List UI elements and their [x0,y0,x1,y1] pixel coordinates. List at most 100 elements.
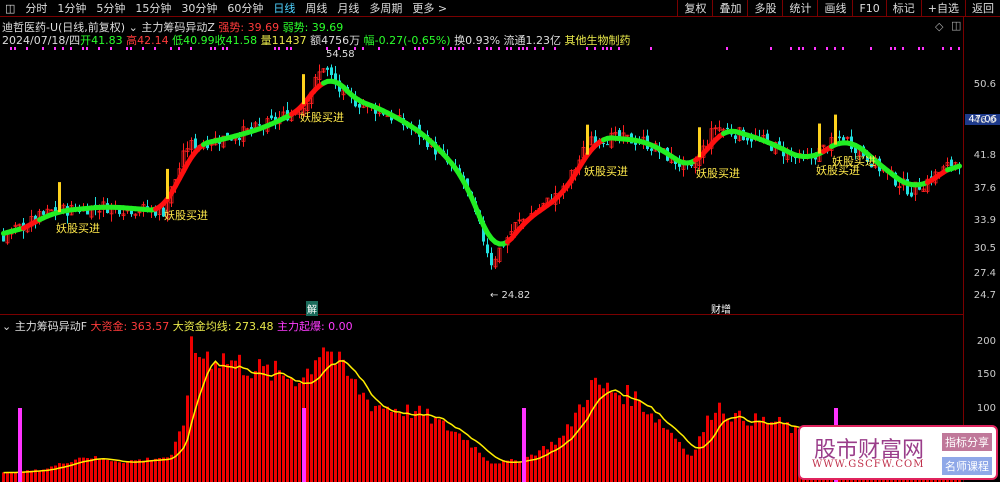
fund-bar [122,463,125,482]
fund-bar [334,364,337,482]
unlock-marker[interactable]: 解 [306,301,318,316]
main-start-value: 主力起爆: 0.00 [276,320,353,333]
fund-bar [498,463,501,482]
fund-bar [614,392,617,482]
fund-bar [690,455,693,482]
fund-bar [198,357,201,482]
panel-toggle-icon[interactable]: ◫ [951,19,961,32]
fund-bar [638,400,641,482]
quote-low: 低40.99 [172,34,215,47]
toolbar-button-7[interactable]: +自选 [920,0,965,17]
fund-bar [786,422,789,482]
fund-bar [442,420,445,482]
candle-body [270,115,273,119]
fund-bar [446,430,449,482]
fund-bar [226,364,229,482]
price-tick: 41.8 [973,150,996,161]
toolbar-button-5[interactable]: F10 [852,0,885,17]
tab-period-7[interactable]: 周线 [300,0,332,16]
signal-dot [950,47,952,50]
fund-bar [402,416,405,482]
fund-bar [450,431,453,482]
buy-signal-label: 妖股买进 [584,164,628,178]
kline-chart[interactable] [0,0,1000,482]
fund-bar [166,457,169,482]
tab-period-10[interactable]: 更多 > [407,0,452,16]
tab-period-8[interactable]: 月线 [332,0,364,16]
fund-bar [218,368,221,482]
tab-period-1[interactable]: 1分钟 [52,0,91,16]
finance-marker[interactable]: 财增 [711,301,731,316]
fund-bar [278,370,281,482]
fund-bar [506,460,509,482]
signal-dot [770,47,772,50]
price-tick: 46.0 [973,115,996,126]
tab-period-5[interactable]: 60分钟 [222,0,268,16]
fund-bar [162,457,165,482]
candle-body [606,144,609,146]
fund-bar [390,411,393,482]
fund-bar [374,405,377,482]
fund-bar [490,463,493,482]
quote-sector[interactable]: 其他生物制药 [565,34,631,47]
fund-bar [662,427,665,482]
price-tick: 24.7 [973,290,996,301]
fund-bar [626,385,629,482]
price-tick: 37.6 [973,183,996,194]
fund-bar [286,378,289,482]
fund-bar [222,353,225,482]
fund-bar [774,421,777,482]
fund-bar [438,419,441,482]
toolbar-button-8[interactable]: 返回 [965,0,1000,17]
fund-bar [110,461,113,482]
diamond-icon[interactable]: ◇ [935,20,943,33]
signal-dot [870,47,872,50]
fund-bar [410,417,413,482]
tab-period-6[interactable]: 日线 [268,0,300,16]
tab-period-3[interactable]: 15分钟 [130,0,176,16]
quote-open: 开41.83 [80,34,123,47]
fund-bar [702,432,705,482]
toolbar-button-4[interactable]: 画线 [817,0,852,17]
fund-bar [22,471,25,482]
tab-period-4[interactable]: 30分钟 [176,0,222,16]
fund-bar [298,382,301,482]
tab-period-9[interactable]: 多周期 [364,0,407,16]
signal-dot [834,47,836,50]
candle-body [194,138,197,149]
fund-bar [58,463,61,482]
fund-bar [238,354,241,482]
fund-bar [426,408,429,482]
fund-bar [654,422,657,482]
watermark-logo: 股市财富网 WWW.GSCFW.COM 指标分享 名师课程 [798,425,998,480]
fund-bar [742,420,745,482]
price-tick: 50.6 [973,79,996,90]
toolbar-button-6[interactable]: 标记 [885,0,921,17]
fund-bar [782,423,785,482]
toolbar-button-1[interactable]: 叠加 [712,0,747,17]
indicator-dropdown-icon[interactable]: ⌄ [2,320,11,333]
price-axis: 47.06 50.6 46.0 41.8 37.6 33.9 30.5 27.4 24.7 20… [963,17,1000,482]
fund-bar [502,460,505,482]
fund-bar [422,414,425,482]
candle-body [330,67,333,76]
candle-body [746,137,749,141]
tab-period-2[interactable]: 5分钟 [91,0,130,16]
fund-bar [618,395,621,482]
fund-bar [54,465,57,482]
fund-bar [474,446,477,482]
quote-line: 2024/07/18/四开41.83 高42.14 低40.99收41.58 量… [2,32,631,48]
toolbar-button-3[interactable]: 统计 [782,0,817,17]
tab-period-0[interactable]: 分时 [20,0,52,16]
layout-toggle-icon[interactable]: ◫ [0,2,20,15]
fund-bar [734,413,737,482]
fund-bar [682,448,685,482]
quote-amount: 额4756万 [310,34,361,47]
buy-signal-label: 妖股买进 [300,111,344,125]
fund-bar [306,368,309,482]
fund-bar [266,364,269,482]
lower-indicator-name[interactable]: 主力筹码异动F [15,320,87,333]
toolbar-button-0[interactable]: 复权 [677,0,712,17]
toolbar-button-2[interactable]: 多股 [747,0,782,17]
signal-dot [650,47,652,50]
